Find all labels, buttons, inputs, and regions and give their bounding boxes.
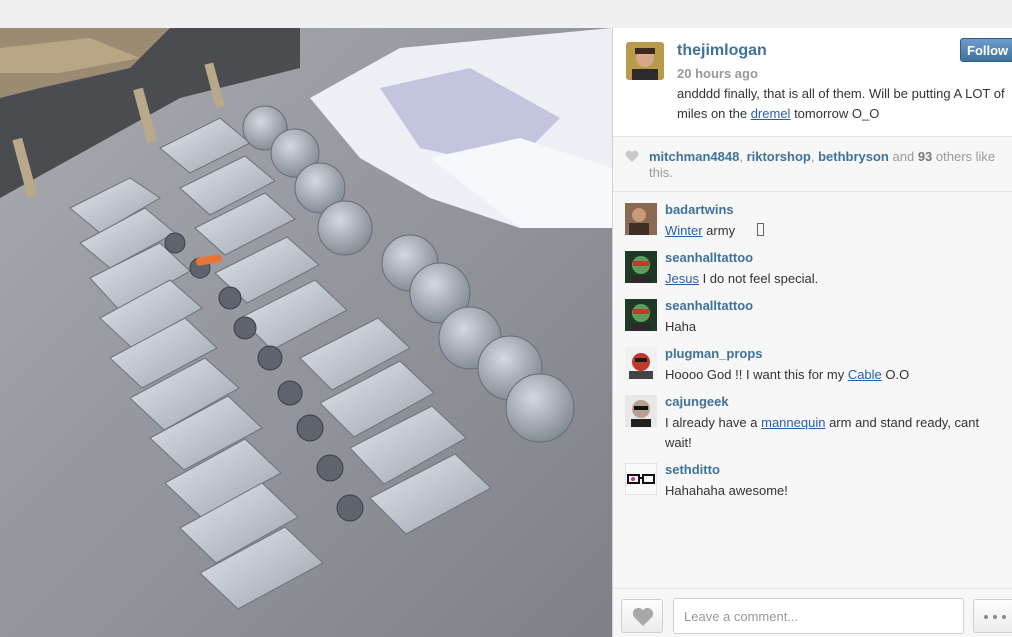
- comment-text: Hahahaha awesome!: [665, 483, 788, 498]
- heart-icon: [625, 150, 639, 162]
- comment-hashtag-link[interactable]: Winter: [665, 223, 703, 238]
- comment-text: I already have a mannequin arm and stand…: [665, 413, 1005, 453]
- likes-section: mitchman4848, riktorshop, bethbryson and…: [613, 137, 1012, 192]
- post-caption: andddd finally, that is all of them. Wil…: [677, 84, 1012, 124]
- ellipsis-icon: [993, 615, 997, 619]
- missing-glyph-icon: [757, 223, 765, 236]
- commenter-avatar-image: [625, 203, 657, 235]
- comment-text: Winter army: [665, 221, 1005, 241]
- avatar[interactable]: [625, 463, 657, 495]
- comment-body: I do not feel special.: [698, 271, 819, 286]
- ellipsis-icon: [1002, 615, 1006, 619]
- commenter-avatar-image: [625, 299, 657, 331]
- comment-username[interactable]: seanhalltattoo: [665, 250, 753, 265]
- liker-link[interactable]: riktorshop: [747, 149, 811, 164]
- post-username[interactable]: thejimlogan: [677, 42, 767, 60]
- comment-input[interactable]: [673, 598, 964, 634]
- post-timestamp: 20 hours ago: [677, 66, 758, 81]
- comment-hashtag-link[interactable]: mannequin: [761, 415, 825, 430]
- caption-text-end: tomorrow O_O: [790, 106, 880, 121]
- liker-link[interactable]: mitchman4848: [649, 149, 739, 164]
- comment-username[interactable]: cajungeek: [665, 394, 729, 409]
- like-button[interactable]: [621, 599, 663, 633]
- avatar[interactable]: [626, 42, 664, 80]
- browser-top-bar: [0, 0, 1012, 29]
- comment-username[interactable]: sethditto: [665, 462, 720, 477]
- avatar[interactable]: [625, 395, 657, 427]
- comment-footer: [613, 588, 1012, 637]
- ellipsis-icon: [984, 615, 988, 619]
- comment-text: Hoooo God !! I want this for my Cable O.…: [665, 365, 1005, 385]
- comment-body: I already have a: [665, 415, 762, 430]
- likes-text: mitchman4848, riktorshop, bethbryson and…: [649, 149, 1012, 181]
- follow-button[interactable]: Follow: [960, 38, 1012, 62]
- armor-pieces-photo: [0, 28, 612, 637]
- comment-username[interactable]: badartwins: [665, 202, 734, 217]
- avatar[interactable]: [625, 203, 657, 235]
- commenter-avatar-image: [625, 347, 657, 379]
- comments-list: badartwins Winter army seanhalltattoo Je…: [613, 192, 1012, 588]
- commenter-avatar-image: [625, 395, 657, 427]
- comment-text: Haha: [665, 319, 697, 334]
- likes-and: and: [888, 149, 918, 164]
- comment-hashtag-link[interactable]: Cable: [848, 367, 882, 382]
- avatar[interactable]: [625, 251, 657, 283]
- avatar[interactable]: [625, 299, 657, 331]
- heart-icon: [632, 607, 654, 626]
- likes-count[interactable]: 93: [918, 149, 932, 164]
- commenter-avatar-image: [625, 463, 657, 495]
- comment-username[interactable]: seanhalltattoo: [665, 298, 753, 313]
- comment-username[interactable]: plugman_props: [665, 346, 763, 361]
- comment-body-end: O.O: [881, 367, 910, 382]
- liker-link[interactable]: bethbryson: [818, 149, 889, 164]
- comment-body: army: [702, 223, 736, 238]
- comment-text: Jesus I do not feel special.: [665, 269, 1005, 289]
- user-avatar-image: [626, 42, 664, 80]
- post-side-panel: thejimlogan 20 hours ago andddd finally,…: [612, 28, 1012, 637]
- commenter-avatar-image: [625, 251, 657, 283]
- comment-hashtag-link[interactable]: Jesus: [665, 271, 699, 286]
- avatar[interactable]: [625, 347, 657, 379]
- comment-body: Hoooo God !! I want this for my: [665, 367, 848, 382]
- likes-separator: ,: [810, 149, 819, 164]
- post-header: thejimlogan 20 hours ago andddd finally,…: [613, 28, 1012, 137]
- likes-separator: ,: [739, 149, 747, 164]
- post-photo: [0, 28, 612, 637]
- caption-hashtag-link[interactable]: dremel: [751, 106, 791, 121]
- more-options-button[interactable]: [973, 599, 1012, 633]
